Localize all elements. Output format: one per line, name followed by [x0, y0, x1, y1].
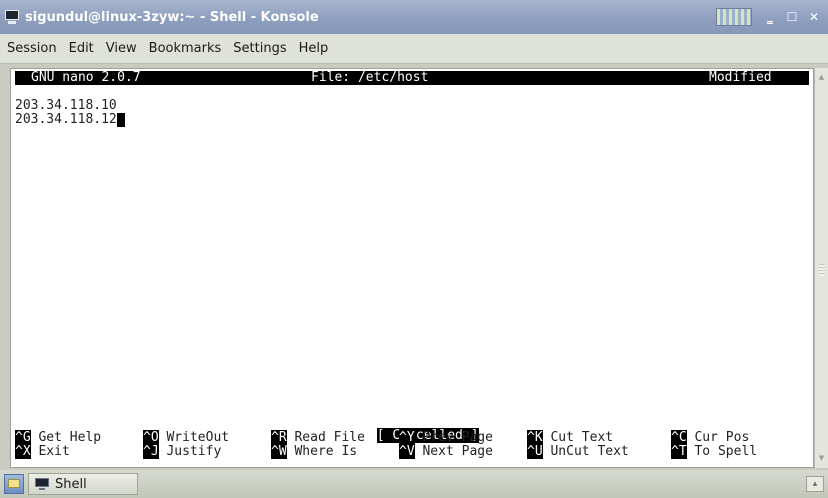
shortcut-next-page: ^V Next Page [399, 444, 493, 459]
terminal-scrollbar[interactable]: ▲ ▼ [814, 68, 828, 468]
scrollbar-grip[interactable] [818, 264, 825, 276]
menu-help[interactable]: Help [298, 39, 330, 58]
nano-version: GNU nano 2.0.7 [31, 70, 141, 85]
nano-shortcut-bar: ^G Get Help ^O WriteOut ^R Read File ^Y … [15, 430, 809, 459]
terminal-icon[interactable] [4, 10, 20, 24]
window-titlebar[interactable]: sigundul@linux-3zyw:~ - Shell - Konsole … [0, 0, 828, 34]
shortcut-cut-text: ^K Cut Text [527, 430, 614, 445]
maximize-button[interactable]: ☐ [784, 10, 800, 24]
menu-settings[interactable]: Settings [232, 39, 287, 58]
shortcut-cur-pos: ^C Cur Pos [671, 430, 750, 445]
menu-session[interactable]: Session [6, 39, 58, 58]
shortcut-prev-page: ^Y Prev Page [399, 430, 493, 445]
taskbar-item-shell[interactable]: Shell [28, 473, 138, 495]
shortcut-get-help: ^G Get Help [15, 430, 102, 445]
taskbar-item-label: Shell [55, 476, 87, 492]
scroll-down-icon[interactable]: ▼ [816, 453, 827, 464]
minimize-button[interactable]: ‗ [762, 10, 778, 24]
menu-bookmarks[interactable]: Bookmarks [148, 39, 223, 58]
nano-filename: File: /etc/host [311, 70, 429, 85]
nano-status-line: [ Cancelled ] [15, 415, 809, 443]
tray-icon[interactable]: ▴ [806, 476, 824, 492]
shortcut-uncut-text: ^U UnCut Text [527, 444, 629, 459]
shortcut-exit: ^X Exit [15, 444, 70, 459]
menu-view[interactable]: View [105, 39, 138, 58]
taskbar: Shell [0, 470, 828, 498]
menu-edit[interactable]: Edit [68, 39, 95, 58]
pager-icon[interactable] [716, 8, 752, 26]
editor-line: 203.34.118.10 [15, 98, 117, 113]
show-desktop-icon[interactable] [4, 474, 24, 494]
window-title: sigundul@linux-3zyw:~ - Shell - Konsole [25, 9, 319, 25]
nano-modified-flag: Modified [709, 70, 772, 85]
shortcut-row-2: ^X Exit ^J Justify ^W Where Is ^V Next P… [15, 444, 809, 459]
text-cursor [116, 113, 125, 127]
shortcut-read-file: ^R Read File [271, 430, 365, 445]
menubar: Session Edit View Bookmarks Settings Hel… [0, 34, 828, 64]
scroll-up-icon[interactable]: ▲ [816, 72, 827, 83]
editor-line-current: 203.34.118.12 [15, 113, 809, 127]
terminal-icon [35, 478, 49, 490]
shortcut-to-spell: ^T To Spell [671, 444, 758, 459]
close-button[interactable]: ✕ [806, 10, 822, 24]
shortcut-writeout: ^O WriteOut [143, 430, 230, 445]
nano-header-bar: GNU nano 2.0.7 File: /etc/host Modified [15, 71, 809, 85]
shortcut-justify: ^J Justify [143, 444, 222, 459]
shortcut-row-1: ^G Get Help ^O WriteOut ^R Read File ^Y … [15, 430, 809, 445]
shortcut-where-is: ^W Where Is [271, 444, 358, 459]
terminal-area[interactable]: GNU nano 2.0.7 File: /etc/host Modified … [10, 68, 814, 468]
